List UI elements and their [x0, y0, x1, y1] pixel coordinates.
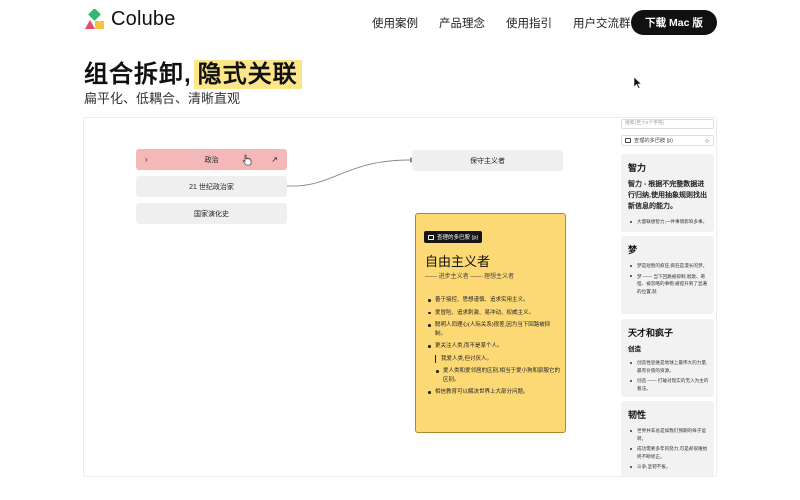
list-item: 爱人类和爱邻居的区别,相当于爱小狗和驯服它的区别。: [433, 367, 561, 384]
side-card-body: 智力 - 根据不完整数据进行归纳,使用抽象规则找出新信息的能力。: [628, 181, 707, 210]
main-nav: 使用案例 产品理念 使用指引 用户交流群: [372, 15, 652, 31]
hero-title-highlight: 隐式关联: [193, 60, 302, 89]
selector-label: 查理的多巴胺 (p): [634, 138, 673, 144]
side-panel: 搜索(至少2个字符) 查理的多巴胺 (p) ◇ 智力 智力 - 根据不完整数据进…: [618, 118, 716, 476]
side-card-title: 韧性: [628, 410, 647, 420]
top-bar: Colube 使用案例 产品理念 使用指引 用户交流群 下载 Mac 版: [0, 0, 800, 44]
nav-community[interactable]: 用户交流群: [573, 15, 631, 31]
space-selector[interactable]: 查理的多巴胺 (p) ◇: [621, 135, 714, 146]
list-item: 聪明人同理心(人际关系)很差,因为当下回路被抑制。: [425, 321, 561, 338]
list-item: 创造 —— 打破对现实的无入为主的看法。: [628, 377, 710, 392]
node-label: 政治: [204, 156, 219, 164]
list-item: 成功需要多年的努力,可是却很难始终不断修正。: [628, 445, 710, 460]
nav-guide[interactable]: 使用指引: [506, 15, 552, 31]
node-label: 国家演化史: [194, 210, 229, 218]
list-item: 更关注人类,而不是某个人。: [425, 342, 561, 351]
card-list: 善于接控、思想谨慎、追求实用主义。 爱冒险、追求刺激、易冲动、权威主义。 聪明人…: [425, 296, 561, 401]
list-item: 世界并非总是如我们预期的样子运转。: [628, 427, 710, 442]
card-icon: [625, 138, 631, 143]
list-item: 创造性思维是地球上最伟大的力量,最有价值的资源。: [628, 359, 710, 374]
side-card-resilience[interactable]: 韧性 世界并非总是如我们预期的样子运转。 成功需要多年的努力,可是却很难始终不断…: [621, 401, 714, 476]
download-mac-button[interactable]: 下载 Mac 版: [631, 10, 717, 35]
card-icon: [428, 234, 434, 240]
card-tag-label: 查理的多巴胺 (p): [437, 235, 479, 241]
list-item: 梦是短暂的疯狂,疯狂是漫长的梦。: [628, 262, 710, 270]
app-preview: › 政治 ↗ 21 世纪政治家 国家演化史 保守主义者 查理的多巴胺 (p) 自…: [83, 117, 717, 477]
node-label: 21 世纪政治家: [189, 183, 234, 191]
card-tag[interactable]: 查理的多巴胺 (p): [424, 231, 483, 243]
hero-subtitle: 扁平化、低耦合、清晰直观: [84, 91, 241, 106]
list-item: 善于接控、思想谨慎、追求实用主义。: [425, 296, 561, 305]
card-title: 自由主义者: [425, 254, 491, 269]
dropdown-icon[interactable]: ◇: [705, 138, 709, 144]
card-subtitle: —— 进步主义者 —— 理想主义者: [425, 274, 515, 280]
cursor-icon: [634, 77, 642, 89]
node-politics[interactable]: › 政治 ↗: [136, 149, 287, 170]
node-state-evolution[interactable]: 国家演化史: [136, 203, 287, 224]
side-card-subhead: 创造: [628, 346, 641, 353]
nav-philosophy[interactable]: 产品理念: [439, 15, 485, 31]
node-label: 保守主义者: [470, 157, 505, 165]
list-item: 斗争,坚韧不拔。: [628, 463, 710, 471]
list-item: 梦 —— 当下回路被抑制,唱歌、奇怪、被忽略的事物,被提升到了显著的位置,就: [628, 273, 710, 296]
logo-icon: [85, 8, 104, 29]
brand-name: Colube: [111, 8, 176, 30]
chevron-right-icon[interactable]: ›: [145, 155, 148, 164]
side-card-title: 智力: [628, 163, 647, 173]
list-item: 大量联想智力,一件事情影响多事。: [628, 218, 710, 226]
hero-title-main: 组合拆卸,: [84, 61, 192, 88]
side-card-title: 天才和疯子: [628, 328, 674, 338]
node-conservatives[interactable]: 保守主义者: [412, 150, 563, 171]
search-input[interactable]: 搜索(至少2个字符): [621, 119, 714, 129]
hand-cursor-icon: [242, 154, 252, 166]
list-item: 爱冒险、追求刺激、易冲动、权威主义。: [425, 309, 561, 318]
side-card-title: 梦: [628, 245, 638, 255]
arrow-up-right-icon[interactable]: ↗: [271, 155, 278, 164]
side-card-intelligence[interactable]: 智力 智力 - 根据不完整数据进行归纳,使用抽象规则找出新信息的能力。 大量联想…: [621, 154, 714, 232]
note-card-liberal[interactable]: 查理的多巴胺 (p) 自由主义者 —— 进步主义者 —— 理想主义者 善于接控、…: [415, 213, 566, 433]
hero-title: 组合拆卸, 隐式关联: [84, 54, 302, 89]
brand-logo[interactable]: Colube: [84, 8, 176, 31]
side-card-genius-madman[interactable]: 天才和疯子 创造 创造性思维是地球上最伟大的力量,最有价值的资源。 创造 —— …: [621, 319, 714, 397]
list-item: 相信教育可以解决世界上大部分问题。: [425, 388, 561, 397]
card-quote: 我爱人类,但讨厌人。: [435, 354, 561, 363]
nav-use-cases[interactable]: 使用案例: [372, 15, 418, 31]
side-card-dream[interactable]: 梦 梦是短暂的疯狂,疯狂是漫长的梦。 梦 —— 当下回路被抑制,唱歌、奇怪、被忽…: [621, 236, 714, 314]
node-21st-century-politicians[interactable]: 21 世纪政治家: [136, 176, 287, 197]
mindmap-canvas[interactable]: › 政治 ↗ 21 世纪政治家 国家演化史 保守主义者 查理的多巴胺 (p) 自…: [84, 118, 616, 476]
